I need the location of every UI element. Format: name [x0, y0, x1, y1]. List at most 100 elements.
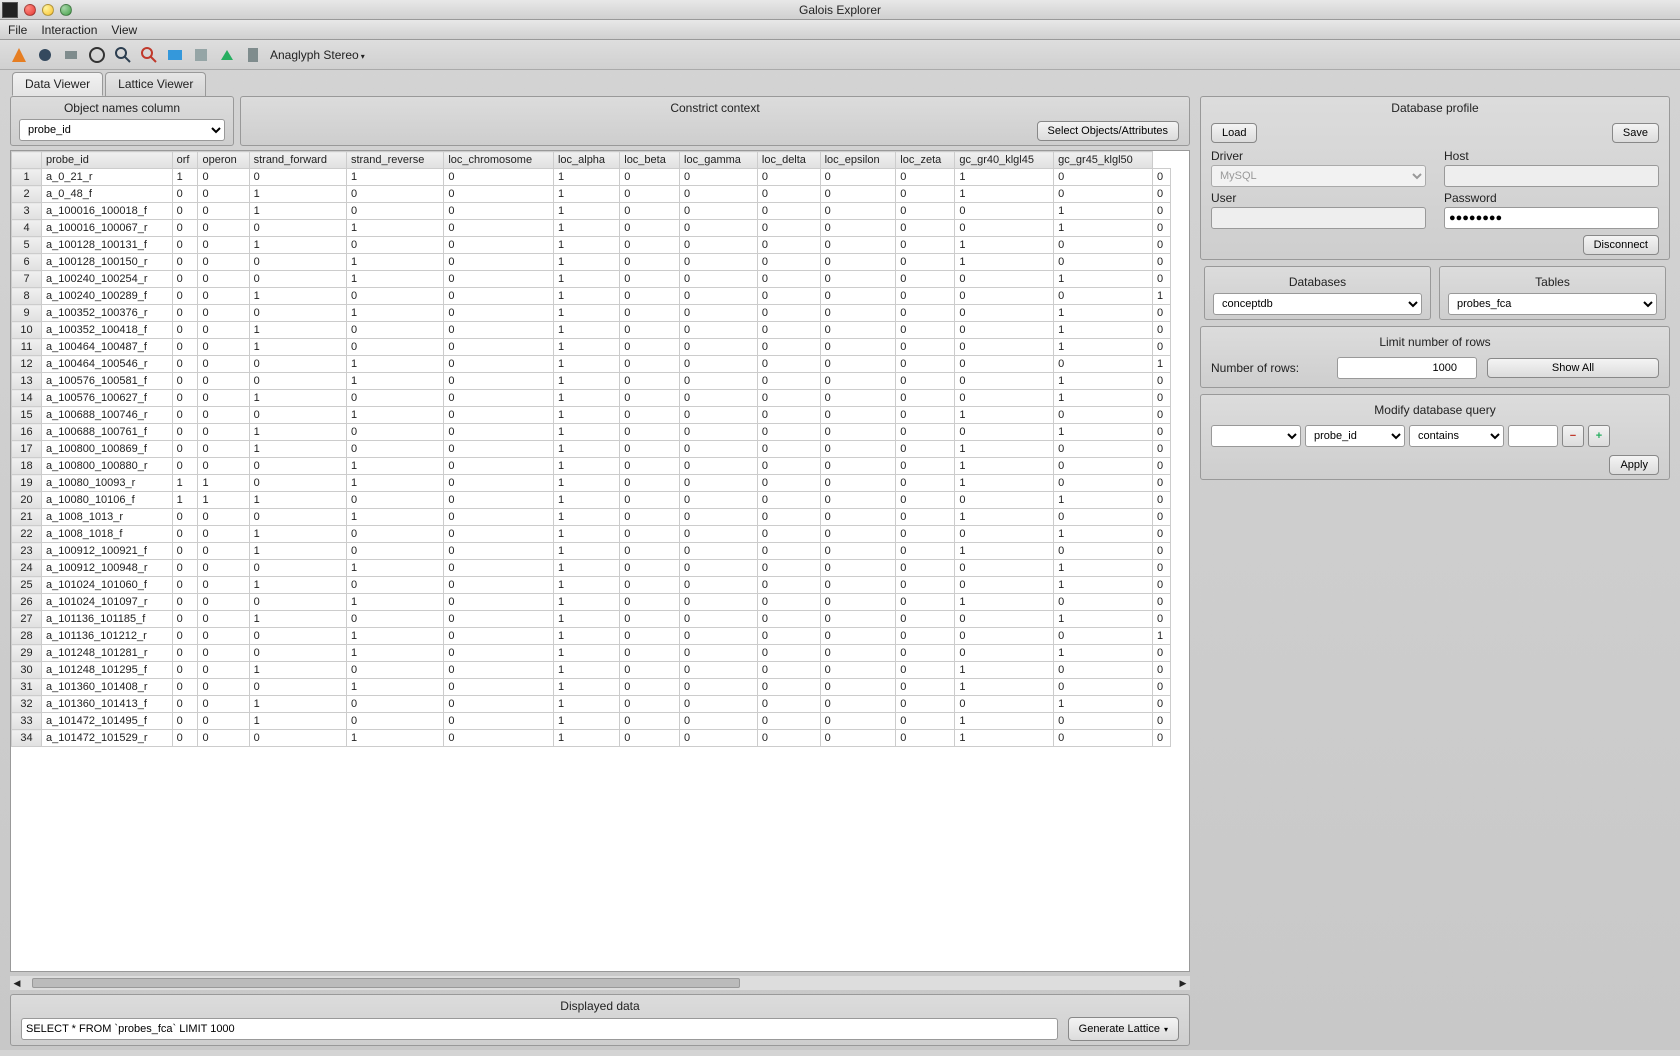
table-cell[interactable]: 1 [553, 407, 619, 424]
table-cell[interactable]: a_100352_100418_f [42, 322, 173, 339]
table-cell[interactable]: 0 [757, 339, 820, 356]
table-cell[interactable]: 0 [172, 373, 198, 390]
password-input[interactable] [1444, 207, 1659, 229]
table-cell[interactable]: 0 [955, 271, 1054, 288]
table-cell[interactable]: 0 [444, 543, 554, 560]
table-cell[interactable]: 0 [249, 169, 346, 186]
table-cell[interactable]: 0 [1153, 509, 1171, 526]
query-value-input[interactable] [1508, 425, 1558, 447]
table-cell[interactable]: 0 [1153, 254, 1171, 271]
table-cell[interactable]: 0 [680, 475, 758, 492]
table-cell[interactable]: 0 [757, 220, 820, 237]
table-cell[interactable]: 1 [1054, 696, 1153, 713]
table-cell[interactable]: 0 [1153, 679, 1171, 696]
table-cell[interactable]: 0 [620, 288, 680, 305]
table-cell[interactable]: 1 [1054, 577, 1153, 594]
table-cell[interactable]: 0 [757, 475, 820, 492]
table-cell[interactable]: 0 [444, 407, 554, 424]
table-row[interactable]: 28a_101136_101212_r00010100000001 [12, 628, 1171, 645]
table-row[interactable]: 27a_101136_101185_f00100100000010 [12, 611, 1171, 628]
table-cell[interactable]: 0 [680, 492, 758, 509]
table-cell[interactable]: 0 [249, 373, 346, 390]
table-cell[interactable]: 0 [1153, 492, 1171, 509]
table-cell[interactable]: 0 [896, 424, 955, 441]
table-cell[interactable]: 0 [896, 339, 955, 356]
apply-button[interactable]: Apply [1609, 455, 1659, 475]
table-cell[interactable]: 0 [1054, 288, 1153, 305]
table-cell[interactable]: a_100688_100761_f [42, 424, 173, 441]
table-cell[interactable]: 0 [680, 458, 758, 475]
table-cell[interactable]: 1 [955, 458, 1054, 475]
table-cell[interactable]: 0 [820, 730, 896, 747]
table-cell[interactable]: a_101248_101295_f [42, 662, 173, 679]
table-cell[interactable]: 0 [172, 237, 198, 254]
table-row[interactable]: 25a_101024_101060_f00100100000010 [12, 577, 1171, 594]
table-cell[interactable]: 0 [1153, 203, 1171, 220]
table-cell[interactable]: 0 [1054, 543, 1153, 560]
table-cell[interactable]: 0 [1153, 424, 1171, 441]
table-cell[interactable]: 0 [820, 560, 896, 577]
table-cell[interactable]: 0 [620, 441, 680, 458]
table-cell[interactable]: 0 [820, 696, 896, 713]
displayed-query-input[interactable] [21, 1018, 1058, 1040]
table-cell[interactable]: 1 [198, 475, 249, 492]
table-cell[interactable]: 0 [680, 237, 758, 254]
table-cell[interactable]: 0 [172, 594, 198, 611]
table-cell[interactable]: 0 [896, 322, 955, 339]
table-cell[interactable]: 0 [757, 696, 820, 713]
table-cell[interactable]: 0 [198, 424, 249, 441]
table-cell[interactable]: 0 [896, 662, 955, 679]
table-cell[interactable]: 1 [346, 373, 443, 390]
table-row[interactable]: 12a_100464_100546_r00010100000001 [12, 356, 1171, 373]
table-cell[interactable]: a_1008_1018_f [42, 526, 173, 543]
table-cell[interactable]: 0 [444, 594, 554, 611]
table-cell[interactable]: 0 [757, 254, 820, 271]
menu-file[interactable]: File [8, 23, 27, 37]
table-cell[interactable]: 0 [249, 594, 346, 611]
table-cell[interactable]: 1 [1054, 492, 1153, 509]
table-cell[interactable]: 0 [820, 254, 896, 271]
table-cell[interactable]: 0 [896, 594, 955, 611]
table-cell[interactable]: 0 [172, 696, 198, 713]
table-cell[interactable]: 0 [444, 186, 554, 203]
table-cell[interactable]: 0 [198, 730, 249, 747]
table-cell[interactable]: a_101472_101495_f [42, 713, 173, 730]
table-cell[interactable]: 0 [172, 424, 198, 441]
table-row[interactable]: 4a_100016_100067_r00010100000010 [12, 220, 1171, 237]
table-cell[interactable]: a_100240_100289_f [42, 288, 173, 305]
table-row[interactable]: 14a_100576_100627_f00100100000010 [12, 390, 1171, 407]
table-cell[interactable]: 0 [444, 475, 554, 492]
table-cell[interactable]: 0 [172, 628, 198, 645]
table-cell[interactable]: 0 [198, 526, 249, 543]
column-header[interactable]: strand_forward [249, 152, 346, 169]
horizontal-scrollbar[interactable]: ◀ ▶ [10, 976, 1190, 990]
table-cell[interactable]: 0 [680, 441, 758, 458]
table-cell[interactable]: 0 [620, 577, 680, 594]
table-cell[interactable]: 0 [955, 356, 1054, 373]
table-cell[interactable]: 0 [1153, 441, 1171, 458]
table-cell[interactable]: 0 [1054, 509, 1153, 526]
table-cell[interactable]: 0 [680, 645, 758, 662]
table-cell[interactable]: 0 [955, 696, 1054, 713]
table-cell[interactable]: 0 [955, 339, 1054, 356]
table-cell[interactable]: 1 [1054, 339, 1153, 356]
tables-select[interactable]: probes_fca [1448, 293, 1657, 315]
table-cell[interactable]: 1 [1054, 390, 1153, 407]
table-cell[interactable]: 1 [249, 390, 346, 407]
table-cell[interactable]: 0 [620, 560, 680, 577]
table-cell[interactable]: 1 [346, 560, 443, 577]
table-cell[interactable]: 0 [444, 271, 554, 288]
table-cell[interactable]: 0 [198, 696, 249, 713]
table-cell[interactable]: 0 [620, 424, 680, 441]
table-cell[interactable]: 1 [1054, 203, 1153, 220]
table-cell[interactable]: 0 [680, 628, 758, 645]
table-cell[interactable]: a_101248_101281_r [42, 645, 173, 662]
table-cell[interactable]: a_100576_100581_f [42, 373, 173, 390]
table-cell[interactable]: 0 [620, 356, 680, 373]
table-cell[interactable]: 0 [620, 492, 680, 509]
table-cell[interactable]: 0 [820, 305, 896, 322]
table-cell[interactable]: 0 [172, 390, 198, 407]
table-cell[interactable]: 1 [955, 254, 1054, 271]
table-cell[interactable]: 0 [444, 713, 554, 730]
table-cell[interactable]: 0 [896, 169, 955, 186]
